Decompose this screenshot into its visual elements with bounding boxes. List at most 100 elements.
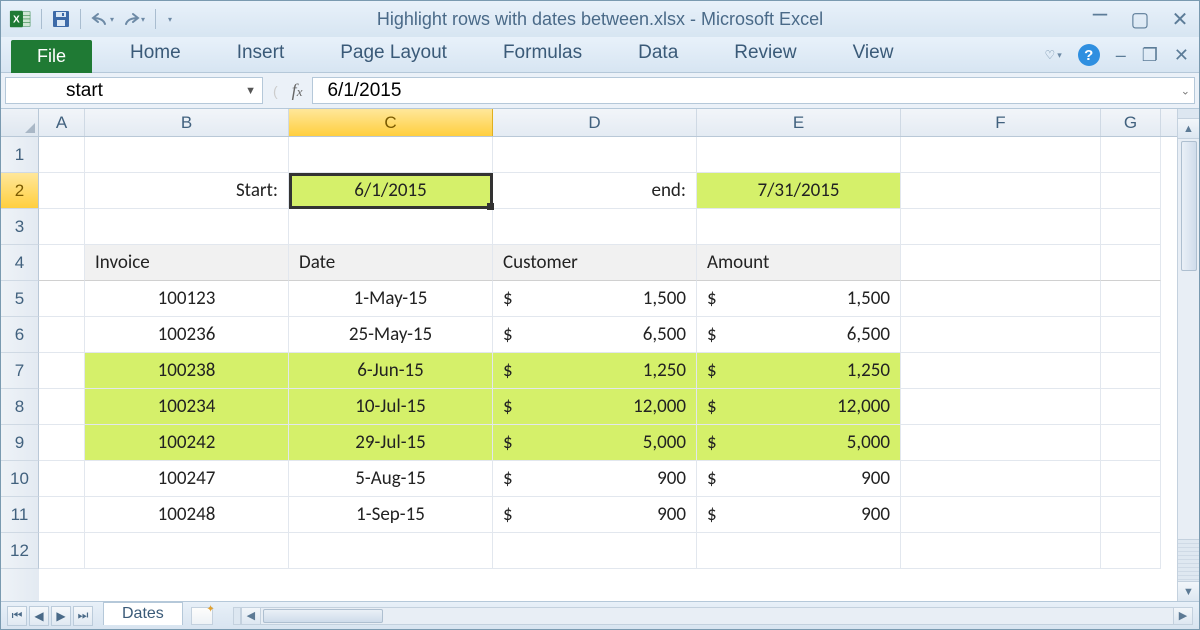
invoice-cell[interactable]: 100234 xyxy=(85,389,289,425)
cell[interactable] xyxy=(39,389,85,425)
formula-input[interactable]: 6/1/2015 ⌄ xyxy=(312,77,1195,104)
hscroll-right-icon[interactable]: ▶ xyxy=(1173,607,1193,625)
sheet-nav-first-icon[interactable]: ⏮ xyxy=(7,606,27,626)
invoice-cell[interactable]: 100238 xyxy=(85,353,289,389)
sheet-nav-prev-icon[interactable]: ◀ xyxy=(29,606,49,626)
amount-cell[interactable]: $900 xyxy=(697,461,901,497)
date-cell[interactable]: 5-Aug-15 xyxy=(289,461,493,497)
cell[interactable] xyxy=(1101,137,1161,173)
tab-formulas[interactable]: Formulas xyxy=(493,38,592,72)
cell[interactable] xyxy=(901,173,1101,209)
cell[interactable] xyxy=(901,137,1101,173)
workbook-close-icon[interactable]: ✕ xyxy=(1174,45,1189,66)
cell[interactable] xyxy=(901,317,1101,353)
cell[interactable] xyxy=(1101,425,1161,461)
amount-cell[interactable]: $6,500 xyxy=(697,317,901,353)
invoice-cell[interactable]: 100248 xyxy=(85,497,289,533)
row-header[interactable]: 10 xyxy=(1,461,39,497)
split-handle[interactable] xyxy=(1178,109,1199,119)
date-cell[interactable]: 25-May-15 xyxy=(289,317,493,353)
vertical-scrollbar[interactable]: ▲ ▼ xyxy=(1177,109,1199,601)
column-header[interactable]: G xyxy=(1101,109,1161,136)
cell[interactable] xyxy=(289,137,493,173)
workbook-minimize-icon[interactable]: – xyxy=(1116,45,1126,66)
horizontal-scrollbar[interactable]: ◀ ▶ xyxy=(233,607,1193,625)
invoice-cell[interactable]: 100242 xyxy=(85,425,289,461)
end-label[interactable]: end: xyxy=(493,173,697,209)
table-header-amount[interactable]: Amount xyxy=(697,245,901,281)
help-icon[interactable]: ? xyxy=(1078,44,1100,66)
tab-page-layout[interactable]: Page Layout xyxy=(330,38,457,72)
hscroll-thumb[interactable] xyxy=(263,609,383,623)
cell[interactable] xyxy=(1101,281,1161,317)
amount-cell[interactable]: $5,000 xyxy=(697,425,901,461)
name-box-dropdown-icon[interactable]: ▼ xyxy=(245,85,256,97)
cell[interactable] xyxy=(1101,245,1161,281)
excel-app-icon[interactable]: X xyxy=(9,8,31,30)
save-icon[interactable] xyxy=(52,10,70,28)
start-label[interactable]: Start: xyxy=(85,173,289,209)
ribbon-minimize-dropdown[interactable]: ♡ ▾ xyxy=(1044,48,1061,62)
redo-button[interactable]: ▾ xyxy=(122,12,145,26)
cell[interactable] xyxy=(39,425,85,461)
hscroll-left-icon[interactable]: ◀ xyxy=(241,607,261,625)
cell[interactable] xyxy=(1101,497,1161,533)
cell[interactable] xyxy=(1101,461,1161,497)
table-header-date[interactable]: Date xyxy=(289,245,493,281)
cell[interactable] xyxy=(1101,173,1161,209)
column-header[interactable]: F xyxy=(901,109,1101,136)
cell[interactable] xyxy=(1101,353,1161,389)
cell[interactable] xyxy=(493,209,697,245)
cell[interactable] xyxy=(39,497,85,533)
cell[interactable] xyxy=(901,245,1101,281)
cell[interactable] xyxy=(1101,533,1161,569)
end-date-cell[interactable]: 7/31/2015 xyxy=(697,173,901,209)
customer-cell[interactable]: $900 xyxy=(493,461,697,497)
customer-cell[interactable]: $6,500 xyxy=(493,317,697,353)
new-sheet-icon[interactable] xyxy=(191,607,213,625)
date-cell[interactable]: 10-Jul-15 xyxy=(289,389,493,425)
close-icon[interactable]: ✕ xyxy=(1169,7,1191,32)
cell[interactable] xyxy=(493,533,697,569)
sheet-nav-next-icon[interactable]: ▶ xyxy=(51,606,71,626)
column-header[interactable]: D xyxy=(493,109,697,136)
tab-insert[interactable]: Insert xyxy=(227,38,295,72)
cell[interactable] xyxy=(39,137,85,173)
cell[interactable] xyxy=(39,281,85,317)
amount-cell[interactable]: $1,250 xyxy=(697,353,901,389)
customer-cell[interactable]: $12,000 xyxy=(493,389,697,425)
cells-area[interactable]: Start: 6/1/2015 end: 7/31/2015 xyxy=(39,137,1199,601)
cell[interactable] xyxy=(1101,209,1161,245)
row-header[interactable]: 2 xyxy=(1,173,39,209)
cell[interactable] xyxy=(697,533,901,569)
row-header[interactable]: 7 xyxy=(1,353,39,389)
cell[interactable] xyxy=(697,137,901,173)
cell[interactable] xyxy=(901,461,1101,497)
cell[interactable] xyxy=(85,533,289,569)
scroll-thumb[interactable] xyxy=(1181,141,1197,271)
scroll-up-icon[interactable]: ▲ xyxy=(1178,119,1199,139)
cell[interactable] xyxy=(39,209,85,245)
tab-home[interactable]: Home xyxy=(120,38,191,72)
row-header[interactable]: 11 xyxy=(1,497,39,533)
customer-cell[interactable]: $5,000 xyxy=(493,425,697,461)
cell[interactable] xyxy=(39,353,85,389)
table-header-customer[interactable]: Customer xyxy=(493,245,697,281)
column-header[interactable]: B xyxy=(85,109,289,136)
formula-expand-icon[interactable]: ⌄ xyxy=(1181,84,1190,97)
row-header[interactable]: 1 xyxy=(1,137,39,173)
cell[interactable] xyxy=(901,353,1101,389)
sheet-tab[interactable]: Dates xyxy=(103,602,183,625)
cell[interactable] xyxy=(901,497,1101,533)
column-header[interactable]: A xyxy=(39,109,85,136)
cell[interactable] xyxy=(493,137,697,173)
cell[interactable] xyxy=(1101,389,1161,425)
minimize-icon[interactable]: – xyxy=(1089,7,1111,32)
cell[interactable] xyxy=(1101,317,1161,353)
row-header[interactable]: 4 xyxy=(1,245,39,281)
cell[interactable] xyxy=(39,245,85,281)
start-date-cell[interactable]: 6/1/2015 xyxy=(289,173,493,209)
cell[interactable] xyxy=(901,533,1101,569)
amount-cell[interactable]: $900 xyxy=(697,497,901,533)
workbook-restore-icon[interactable]: ❐ xyxy=(1142,45,1158,66)
